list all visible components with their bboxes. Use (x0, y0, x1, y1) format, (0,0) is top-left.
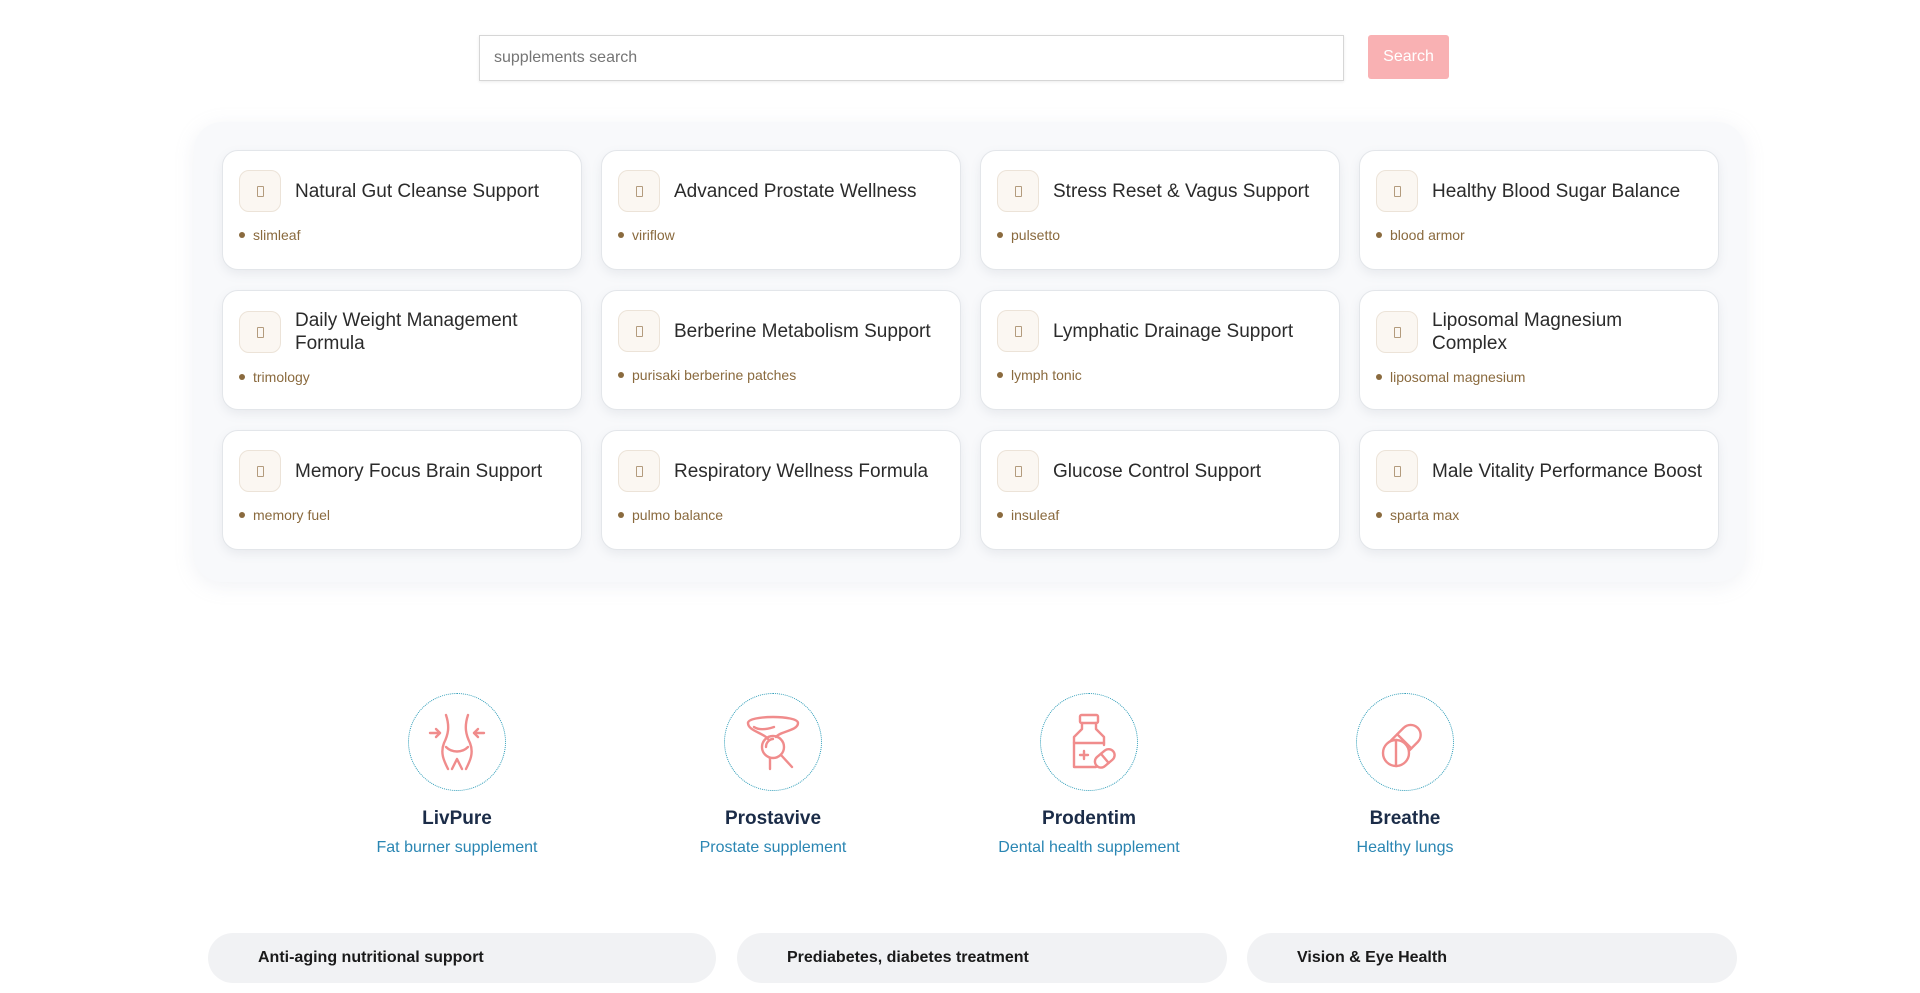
supplement-card-panel: Natural Gut Cleanse Support slimleaf Adv… (194, 122, 1745, 582)
product-icon (1376, 170, 1418, 212)
card-tag[interactable]: slimleaf (253, 227, 300, 243)
card-tag[interactable]: purisaki berberine patches (632, 367, 796, 383)
supplement-card[interactable]: Advanced Prostate Wellness viriflow (601, 150, 961, 270)
category-anti-aging[interactable]: Anti-aging nutritional support (208, 933, 716, 983)
bullet-dot (1376, 512, 1382, 518)
bullet-dot (239, 232, 245, 238)
category-label: Anti-aging nutritional support (258, 949, 484, 966)
feature-name: Prostavive (724, 808, 822, 829)
card-tag[interactable]: memory fuel (253, 507, 330, 523)
bullet-dot (618, 512, 624, 518)
feature-name: Prodentim (1042, 808, 1136, 829)
product-icon (239, 450, 281, 492)
featured-products: LivPure Fat burner supplement Prostavive… (0, 693, 1920, 863)
supplement-card[interactable]: Natural Gut Cleanse Support slimleaf (222, 150, 582, 270)
card-tag[interactable]: liposomal magnesium (1390, 369, 1525, 385)
card-title: Healthy Blood Sugar Balance (1432, 180, 1681, 202)
product-icon (618, 450, 660, 492)
product-icon (239, 170, 281, 212)
bullet-dot (997, 232, 1003, 238)
card-tag[interactable]: trimology (253, 369, 310, 385)
bullet-dot (1376, 374, 1382, 380)
bullet-dot (618, 232, 624, 238)
feature-name: Breathe (1369, 808, 1441, 829)
supplement-card[interactable]: Daily Weight Management Formula trimolog… (222, 290, 582, 410)
supplement-card[interactable]: Healthy Blood Sugar Balance blood armor (1359, 150, 1719, 270)
card-tag[interactable]: viriflow (632, 227, 675, 243)
category-label: Prediabetes, diabetes treatment (787, 949, 1029, 966)
supplement-card[interactable]: Glucose Control Support insuleaf (980, 430, 1340, 550)
product-icon (618, 170, 660, 212)
card-tag[interactable]: pulsetto (1011, 227, 1060, 243)
product-icon (997, 310, 1039, 352)
bullet-dot (239, 512, 245, 518)
card-tag[interactable]: insuleaf (1011, 507, 1059, 523)
feature-desc: Dental health supplement (998, 839, 1180, 856)
supplement-card[interactable]: Male Vitality Performance Boost sparta m… (1359, 430, 1719, 550)
supplement-card[interactable]: Liposomal Magnesium Complex liposomal ma… (1359, 290, 1719, 410)
card-tag[interactable]: blood armor (1390, 227, 1465, 243)
search-button[interactable]: Search (1368, 35, 1449, 79)
feature-prostavive[interactable]: Prostavive Prostate supplement (623, 693, 923, 857)
card-tag[interactable]: lymph tonic (1011, 367, 1082, 383)
bullet-dot (1376, 232, 1382, 238)
feature-name: LivPure (422, 808, 492, 829)
supplement-card[interactable]: Stress Reset & Vagus Support pulsetto (980, 150, 1340, 270)
product-icon (239, 311, 281, 353)
search-bar: Search (479, 35, 1449, 81)
feature-desc: Prostate supplement (699, 839, 847, 856)
bullet-dot (239, 374, 245, 380)
feature-livpure[interactable]: LivPure Fat burner supplement (307, 693, 607, 857)
product-icon (1376, 311, 1418, 353)
card-title: Advanced Prostate Wellness (674, 180, 917, 202)
category-label: Vision & Eye Health (1297, 949, 1447, 966)
card-title: Daily Weight Management Formula (295, 310, 518, 354)
card-title: Stress Reset & Vagus Support (1053, 180, 1310, 202)
card-tag[interactable]: pulmo balance (632, 507, 723, 523)
supplement-card[interactable]: Lymphatic Drainage Support lymph tonic (980, 290, 1340, 410)
waist-icon (408, 693, 506, 791)
bullet-dot (997, 512, 1003, 518)
card-title: Respiratory Wellness Formula (674, 460, 929, 482)
feature-desc: Healthy lungs (1356, 839, 1454, 856)
bullet-dot (618, 372, 624, 378)
feature-prodentim[interactable]: Prodentim Dental health supplement (939, 693, 1239, 857)
product-icon (997, 170, 1039, 212)
supplement-card[interactable]: Memory Focus Brain Support memory fuel (222, 430, 582, 550)
category-vision[interactable]: Vision & Eye Health (1247, 933, 1737, 983)
card-title: Berberine Metabolism Support (674, 320, 931, 342)
product-icon (1376, 450, 1418, 492)
card-title: Natural Gut Cleanse Support (295, 180, 539, 202)
card-tag[interactable]: sparta max (1390, 507, 1459, 523)
card-title: Liposomal Magnesium Complex (1432, 310, 1623, 354)
feature-breathe[interactable]: Breathe Healthy lungs (1255, 693, 1555, 857)
card-title: Male Vitality Performance Boost (1432, 460, 1702, 482)
card-title: Glucose Control Support (1053, 460, 1262, 482)
pills-icon (1356, 693, 1454, 791)
supplement-card[interactable]: Berberine Metabolism Support purisaki be… (601, 290, 961, 410)
prostate-search-icon (724, 693, 822, 791)
card-title: Lymphatic Drainage Support (1053, 320, 1294, 342)
product-icon (997, 450, 1039, 492)
supplement-card-grid: Natural Gut Cleanse Support slimleaf Adv… (222, 150, 1719, 550)
supplement-card[interactable]: Respiratory Wellness Formula pulmo balan… (601, 430, 961, 550)
product-icon (618, 310, 660, 352)
search-input[interactable] (479, 35, 1344, 81)
medicine-bottle-icon (1040, 693, 1138, 791)
category-prediabetes[interactable]: Prediabetes, diabetes treatment (737, 933, 1227, 983)
card-title: Memory Focus Brain Support (295, 460, 543, 482)
bullet-dot (997, 372, 1003, 378)
feature-desc: Fat burner supplement (376, 839, 538, 856)
